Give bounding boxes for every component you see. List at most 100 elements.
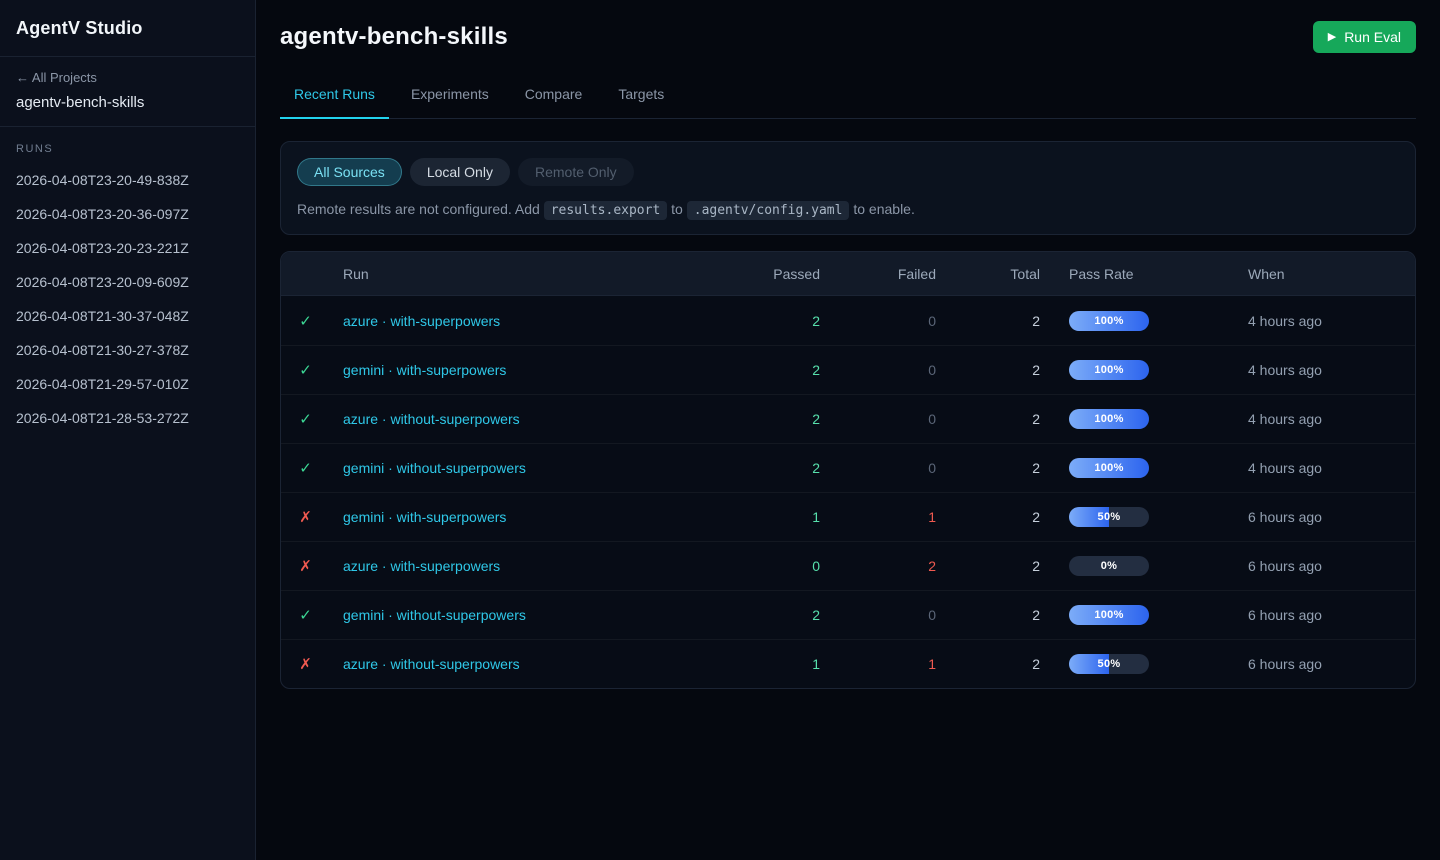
pass-rate-bar: 50% (1069, 507, 1149, 527)
fail-icon: ✗ (281, 557, 330, 575)
tab-targets[interactable]: Targets (604, 78, 678, 119)
run-link[interactable]: gemini · without-superpowers (343, 460, 526, 476)
table-row: ✓ gemini · without-superpowers 202 100% 6 ho… (281, 590, 1415, 639)
run-cell: azure · without-superpowers (330, 656, 730, 672)
total-count: 2 (936, 460, 1040, 476)
pass-rate-label: 100% (1069, 458, 1149, 478)
run-eval-label: Run Eval (1344, 29, 1401, 45)
when-cell: 6 hours ago (1220, 607, 1415, 623)
total-count: 2 (936, 362, 1040, 378)
sidebar-run-item[interactable]: 2026-04-08T21-30-27-378Z (0, 333, 255, 367)
note-text: Remote results are not configured. Add (297, 201, 544, 217)
main-content: agentv-bench-skills ▶ Run Eval Recent Ru… (256, 0, 1440, 860)
note-text: to enable. (849, 201, 914, 217)
pass-rate-bar: 0% (1069, 556, 1149, 576)
pass-rate-label: 100% (1069, 311, 1149, 331)
pass-rate-cell: 100% (1040, 605, 1220, 625)
run-link[interactable]: azure · without-superpowers (343, 656, 520, 672)
table-row: ✓gemini · with-superpowers202100%4 hours… (281, 345, 1415, 394)
table-row: ✓azure · with-superpowers202100%4 hours … (281, 296, 1415, 345)
passed-count: 2 (730, 313, 820, 329)
pass-rate-bar: 50% (1069, 654, 1149, 674)
passed-count: 2 (730, 411, 820, 427)
run-cell: azure · without-superpowers (330, 411, 730, 427)
filter-all-sources-button[interactable]: All Sources (297, 158, 402, 186)
back-all-projects-link[interactable]: ← All Projects (16, 70, 239, 85)
sidebar-run-item[interactable]: 2026-04-08T21-29-57-010Z (0, 367, 255, 401)
tab-compare[interactable]: Compare (511, 78, 597, 119)
table-row: ✗azure · without-superpowers11250%6 hour… (281, 639, 1415, 688)
failed-count: 0 (820, 607, 936, 623)
total-count: 2 (936, 509, 1040, 525)
failed-count: 0 (820, 313, 936, 329)
pass-rate-label: 100% (1069, 605, 1149, 625)
sidebar-run-item[interactable]: 2026-04-08T21-30-37-048Z (0, 299, 255, 333)
failed-count: 1 (820, 656, 936, 672)
when-cell: 6 hours ago (1220, 558, 1415, 574)
sidebar-run-item[interactable]: 2026-04-08T23-20-23-221Z (0, 231, 255, 265)
filter-local-only-button[interactable]: Local Only (410, 158, 510, 186)
run-link[interactable]: gemini · without-superpowers (343, 607, 526, 623)
when-cell: 4 hours ago (1220, 460, 1415, 476)
run-cell: gemini · with-superpowers (330, 362, 730, 378)
run-link[interactable]: azure · with-superpowers (343, 558, 500, 574)
passed-count: 2 (730, 607, 820, 623)
when-cell: 4 hours ago (1220, 411, 1415, 427)
pass-rate-cell: 100% (1040, 409, 1220, 429)
runs-table-header: RunPassedFailedTotalPass RateWhen (281, 252, 1415, 296)
code-results-export: results.export (544, 201, 668, 220)
table-row: ✗gemini · with-superpowers11250%6 hours … (281, 492, 1415, 541)
sidebar-run-item[interactable]: 2026-04-08T23-20-49-838Z (0, 163, 255, 197)
total-count: 2 (936, 656, 1040, 672)
tab-recent-runs[interactable]: Recent Runs (280, 78, 389, 119)
pass-rate-bar: 100% (1069, 409, 1149, 429)
pass-rate-cell: 50% (1040, 654, 1220, 674)
column-header-passed: Passed (730, 266, 820, 282)
run-eval-button[interactable]: ▶ Run Eval (1313, 21, 1416, 53)
runs-table-body: ✓azure · with-superpowers202100%4 hours … (281, 296, 1415, 688)
run-cell: azure · with-superpowers (330, 558, 730, 574)
run-link[interactable]: azure · without-superpowers (343, 411, 520, 427)
runs-table: RunPassedFailedTotalPass RateWhen ✓ azure… (280, 251, 1416, 689)
fail-icon: ✗ (281, 655, 330, 673)
pass-rate-bar: 100% (1069, 360, 1149, 380)
code-config-yaml: .agentv/config.yaml (687, 201, 850, 220)
run-link[interactable]: azure · with-superpowers (343, 313, 500, 329)
passed-count: 2 (730, 460, 820, 476)
run-cell: azure · with-superpowers (330, 313, 730, 329)
table-row: ✓ azure · without-superpowers 202 100% 4 hou… (281, 394, 1415, 443)
sidebar-project-section: ← All Projects agentv-bench-skills (0, 57, 255, 127)
note-text: to (667, 201, 686, 217)
sidebar-run-item[interactable]: 2026-04-08T23-20-36-097Z (0, 197, 255, 231)
filter-remote-only-button[interactable]: Remote Only (518, 158, 634, 186)
total-count: 2 (936, 313, 1040, 329)
sidebar-run-item[interactable]: 2026-04-08T23-20-09-609Z (0, 265, 255, 299)
total-count: 2 (936, 607, 1040, 623)
pass-rate-cell: 100% (1040, 458, 1220, 478)
run-link[interactable]: gemini · with-superpowers (343, 362, 506, 378)
pass-rate-cell: 50% (1040, 507, 1220, 527)
table-row: ✓gemini · without-superpowers202100%4 ho… (281, 443, 1415, 492)
pass-icon: ✓ (281, 606, 330, 624)
source-filter-card: All Sources Local Only Remote Only Remote … (280, 141, 1416, 235)
sidebar-run-item[interactable]: 2026-04-08T21-28-53-272Z (0, 401, 255, 435)
pass-rate-cell: 100% (1040, 360, 1220, 380)
column-header-run: Run (330, 266, 730, 282)
run-link[interactable]: gemini · with-superpowers (343, 509, 506, 525)
page-header: agentv-bench-skills ▶ Run Eval (280, 0, 1416, 53)
remote-config-note: Remote results are not configured. Add r… (297, 201, 1399, 218)
pass-icon: ✓ (281, 312, 330, 330)
failed-count: 0 (820, 411, 936, 427)
total-count: 2 (936, 411, 1040, 427)
column-header-failed: Failed (820, 266, 936, 282)
pass-rate-label: 50% (1069, 654, 1149, 674)
when-cell: 4 hours ago (1220, 362, 1415, 378)
pass-icon: ✓ (281, 459, 330, 477)
passed-count: 2 (730, 362, 820, 378)
tab-bar: Recent RunsExperimentsCompareTargets (280, 78, 1416, 119)
pass-icon: ✓ (281, 410, 330, 428)
passed-count: 1 (730, 509, 820, 525)
play-icon: ▶ (1328, 32, 1336, 43)
pass-rate-bar: 100% (1069, 605, 1149, 625)
tab-experiments[interactable]: Experiments (397, 78, 503, 119)
